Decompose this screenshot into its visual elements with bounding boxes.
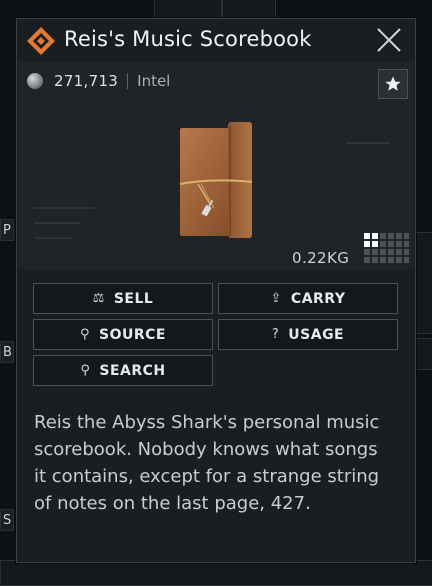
carry-button[interactable]: ⇪ CARRY xyxy=(218,283,398,314)
background-slot xyxy=(154,0,222,19)
search-label: SEARCH xyxy=(99,362,166,379)
background-slot xyxy=(416,338,432,370)
background-label: P xyxy=(0,219,14,241)
background-slot xyxy=(222,0,276,19)
sell-button[interactable]: ⚖ SELL xyxy=(33,283,213,314)
item-preview: 271,713 Intel 0.22KG xyxy=(18,62,414,270)
upload-icon: ⇪ xyxy=(270,291,282,306)
usage-button[interactable]: ? USAGE xyxy=(218,319,398,350)
star-icon xyxy=(385,76,401,91)
scorebook-image xyxy=(179,122,253,238)
item-detail-panel: Reis's Music Scorebook 271,713 Intel 0.2… xyxy=(16,18,416,563)
background-slot xyxy=(416,232,432,334)
diamond-logo-icon xyxy=(27,27,55,55)
item-category: Intel xyxy=(137,72,171,90)
magnifier-icon: ⚲ xyxy=(80,363,91,378)
panel-header: Reis's Music Scorebook xyxy=(17,19,415,61)
favorite-button[interactable] xyxy=(378,69,408,99)
divider xyxy=(127,73,129,89)
background-label: B xyxy=(0,341,14,363)
item-description: Reis the Abyss Shark's personal music sc… xyxy=(34,412,380,514)
sell-icon: ⚖ xyxy=(92,291,105,306)
source-button[interactable]: ⚲ SOURCE xyxy=(33,319,213,350)
usage-label: USAGE xyxy=(288,326,345,343)
item-price: 271,713 xyxy=(54,72,119,90)
background-detail xyxy=(34,207,94,209)
magnifier-icon: ⚲ xyxy=(79,327,91,342)
coin-icon xyxy=(27,73,43,89)
grid-size-icon xyxy=(364,233,409,263)
sell-label: SELL xyxy=(113,290,154,307)
background-detail xyxy=(34,237,72,239)
item-title: Reis's Music Scorebook xyxy=(64,27,312,51)
question-icon: ? xyxy=(271,327,280,342)
search-button[interactable]: ⚲ SEARCH xyxy=(33,355,213,386)
background-detail xyxy=(34,222,80,224)
carry-label: CARRY xyxy=(290,290,346,307)
background-detail xyxy=(346,142,390,144)
background-label: S xyxy=(0,509,14,531)
close-icon[interactable] xyxy=(374,25,404,55)
background-slot xyxy=(0,560,432,586)
source-label: SOURCE xyxy=(99,326,166,343)
price-row: 271,713 Intel xyxy=(27,71,170,91)
item-weight: 0.22KG xyxy=(292,249,350,267)
